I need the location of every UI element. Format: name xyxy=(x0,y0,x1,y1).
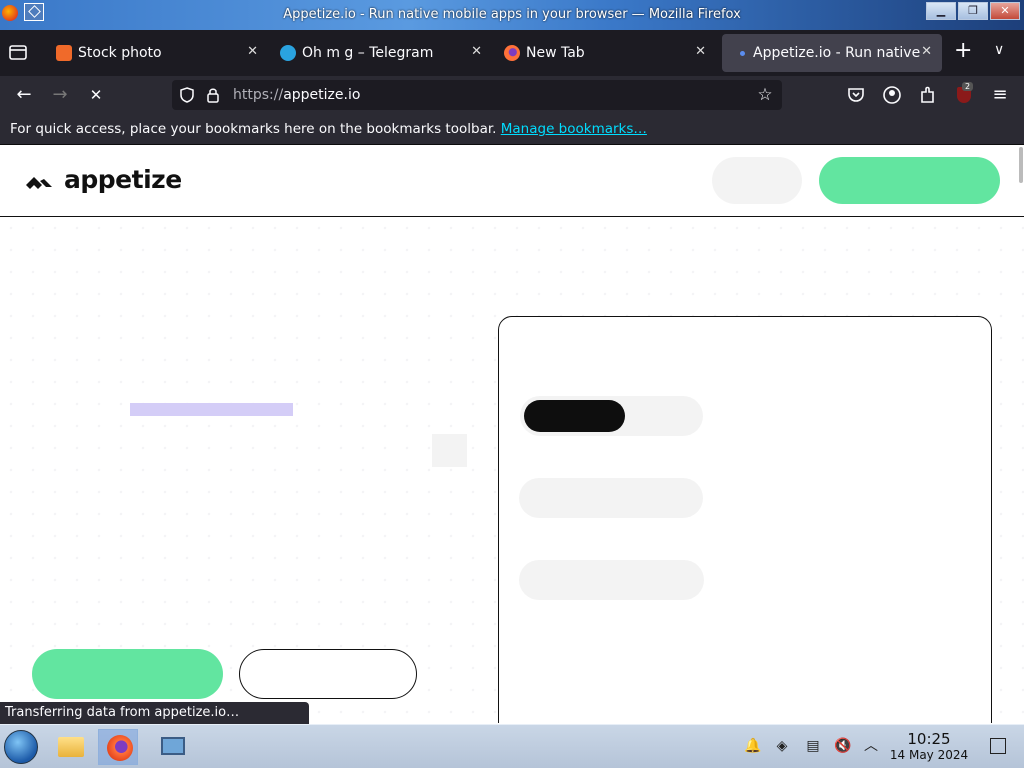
url-host: appetize.io xyxy=(283,87,361,103)
vault-icon[interactable]: ◈ xyxy=(773,737,791,755)
window-titlebar: Appetize.io - Run native mobile apps in … xyxy=(0,0,1024,30)
tab-telegram[interactable]: Oh m g – Telegram ✕ xyxy=(270,34,492,72)
tab-label: Stock photo xyxy=(78,45,162,61)
blogger-icon xyxy=(56,45,72,61)
url-text[interactable]: https://appetize.io xyxy=(233,87,360,103)
notifications-bell-icon[interactable]: 🔔 xyxy=(744,737,762,755)
appetize-logo-icon[interactable] xyxy=(24,171,54,191)
clipboard-icon[interactable]: ▤ xyxy=(804,737,822,755)
lock-icon[interactable] xyxy=(204,86,222,104)
folder-icon xyxy=(58,737,84,757)
primary-cta-placeholder[interactable] xyxy=(32,649,223,699)
signup-button-placeholder[interactable] xyxy=(819,157,1000,204)
site-header: appetize xyxy=(0,145,1024,217)
secondary-cta-placeholder[interactable] xyxy=(239,649,417,699)
extension-badge: 2 xyxy=(962,82,974,91)
system-settings-taskbar-button[interactable] xyxy=(152,729,192,765)
manage-bookmarks-link[interactable]: Manage bookmarks… xyxy=(501,121,647,137)
maximize-button[interactable]: ❐ xyxy=(958,2,988,20)
selected-option-skeleton[interactable] xyxy=(524,400,625,432)
status-bar: Transferring data from appetize.io… xyxy=(0,702,309,724)
telegram-icon xyxy=(280,45,296,61)
loading-dot-icon xyxy=(740,50,745,56)
tab-label: Appetize.io - Run native xyxy=(753,45,921,61)
url-scheme: https:// xyxy=(233,87,284,103)
close-tab-icon[interactable]: ✕ xyxy=(695,44,706,59)
stop-button[interactable]: ✕ xyxy=(84,83,108,107)
minimize-button[interactable]: ▁ xyxy=(926,2,956,20)
brand-name[interactable]: appetize xyxy=(64,165,182,194)
show-desktop-button[interactable] xyxy=(990,738,1006,754)
image-placeholder xyxy=(432,434,467,467)
start-menu-button[interactable] xyxy=(4,730,38,764)
tab-label: New Tab xyxy=(526,45,585,61)
monitor-icon xyxy=(161,737,185,755)
page-scrollbar[interactable] xyxy=(1019,147,1023,183)
list-all-tabs-icon[interactable]: ∨ xyxy=(994,42,1004,58)
close-tab-icon[interactable]: ✕ xyxy=(471,44,482,59)
forward-button[interactable]: → xyxy=(48,83,72,107)
clock[interactable]: 10:25 14 May 2024 xyxy=(884,730,974,762)
account-icon[interactable] xyxy=(880,83,904,107)
clock-date: 14 May 2024 xyxy=(889,748,969,762)
firefox-view-icon[interactable] xyxy=(8,42,28,62)
tab-appetize[interactable]: Appetize.io - Run native ✕ xyxy=(722,34,942,72)
close-tab-icon[interactable]: ✕ xyxy=(247,44,258,59)
firefox-icon xyxy=(504,45,520,61)
tab-stock-photo[interactable]: Stock photo ✕ xyxy=(46,34,268,72)
bookmark-star-icon[interactable]: ☆ xyxy=(756,86,774,104)
headline-placeholder xyxy=(130,403,293,416)
clock-time: 10:25 xyxy=(907,730,951,748)
pocket-icon[interactable] xyxy=(844,83,868,107)
bookmarks-toolbar: For quick access, place your bookmarks h… xyxy=(0,114,1024,145)
show-hidden-icons-chevron-icon[interactable]: ︿ xyxy=(862,737,880,755)
taskbar: 🔔 ◈ ▤ 🔇 ︿ 10:25 14 May 2024 xyxy=(0,724,1024,768)
volume-muted-icon[interactable]: 🔇 xyxy=(834,737,852,755)
navigation-toolbar: ← → ✕ https://appetize.io ☆ 2 ≡ xyxy=(0,76,1024,114)
tab-label: Oh m g – Telegram xyxy=(302,45,434,61)
window-title: Appetize.io - Run native mobile apps in … xyxy=(283,7,741,22)
option-skeleton[interactable] xyxy=(519,560,704,600)
close-window-button[interactable]: ✕ xyxy=(990,2,1020,20)
address-bar[interactable]: https://appetize.io ☆ xyxy=(172,80,782,110)
back-button[interactable]: ← xyxy=(12,83,36,107)
option-skeleton[interactable] xyxy=(519,478,703,518)
menu-hamburger-icon[interactable]: ≡ xyxy=(988,83,1012,107)
close-tab-icon[interactable]: ✕ xyxy=(921,44,932,59)
firefox-icon xyxy=(107,735,133,761)
firefox-taskbar-button[interactable] xyxy=(98,729,138,765)
bookmarks-message: For quick access, place your bookmarks h… xyxy=(10,121,497,137)
new-tab-button[interactable]: + xyxy=(954,38,972,63)
extensions-icon[interactable] xyxy=(916,83,940,107)
tracking-shield-icon[interactable] xyxy=(178,86,196,104)
tab-new-tab[interactable]: New Tab ✕ xyxy=(494,34,716,72)
login-button-placeholder[interactable] xyxy=(712,157,802,204)
web-page: appetize xyxy=(0,145,1024,723)
file-manager-taskbar-button[interactable] xyxy=(50,729,90,765)
tab-bar: Stock photo ✕ Oh m g – Telegram ✕ New Ta… xyxy=(0,30,1024,76)
demo-card xyxy=(498,316,992,723)
